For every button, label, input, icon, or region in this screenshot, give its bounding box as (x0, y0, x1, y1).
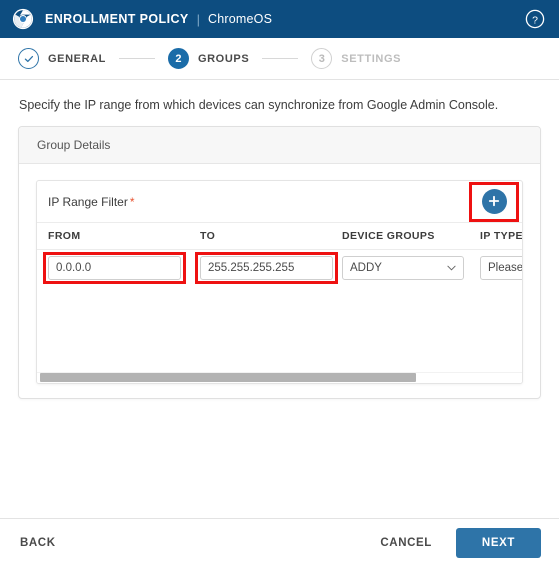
step-groups-label: GROUPS (197, 52, 250, 65)
wizard-stepper: GENERAL 2 GROUPS 3 SETTINGS (0, 38, 559, 80)
ip-type-selected-value: Please S (488, 262, 523, 274)
step-settings-marker: 3 (311, 48, 333, 69)
group-details-panel: Group Details IP Range Filter * FROM TO … (18, 126, 541, 399)
chevron-down-icon (447, 265, 456, 271)
device-groups-selected-value: ADDY (350, 262, 382, 274)
next-button[interactable]: NEXT (455, 527, 541, 558)
help-circle-icon[interactable]: ? (525, 9, 545, 29)
step-groups[interactable]: 2 GROUPS (167, 48, 250, 69)
horizontal-scrollbar-thumb[interactable] (40, 373, 416, 382)
add-button-wrap (469, 181, 519, 222)
step-general-label: GENERAL (48, 52, 106, 65)
device-groups-select[interactable]: ADDY (342, 256, 464, 280)
chrome-logo-icon (12, 8, 34, 30)
table-header-row: FROM TO DEVICE GROUPS IP TYPE (37, 223, 523, 250)
step-settings[interactable]: 3 SETTINGS (311, 48, 401, 69)
ip-range-filter-label: IP Range Filter (48, 194, 128, 209)
table-empty-area (37, 286, 522, 372)
plus-icon (488, 195, 500, 207)
step-settings-label: SETTINGS (341, 52, 402, 65)
step-connector-1 (118, 58, 155, 59)
column-header-device-groups: DEVICE GROUPS (342, 230, 435, 242)
panel-body: IP Range Filter * FROM TO DEVICE GROUPS … (19, 164, 540, 398)
app-title: ENROLLMENT POLICY (45, 12, 189, 26)
main-content: Specify the IP range from which devices … (0, 80, 559, 399)
ip-type-select[interactable]: Please S (480, 256, 523, 280)
cell-device-groups: ADDY (342, 256, 480, 280)
app-header: ENROLLMENT POLICY | ChromeOS ? (0, 0, 559, 38)
step-groups-marker: 2 (167, 48, 189, 69)
table-scroll-viewport: FROM TO DEVICE GROUPS IP TYPE 0.0.0.0 25… (37, 223, 523, 372)
column-header-to: TO (200, 230, 216, 242)
instruction-text: Specify the IP range from which devices … (19, 98, 499, 112)
horizontal-scrollbar[interactable] (37, 372, 522, 383)
step-general-marker (18, 48, 39, 69)
back-button[interactable]: BACK (18, 531, 58, 555)
step-connector-2 (262, 58, 299, 59)
column-header-ip-type: IP TYPE (480, 230, 523, 242)
wizard-footer: BACK CANCEL NEXT (0, 518, 559, 566)
cancel-button[interactable]: CANCEL (378, 531, 434, 555)
app-subtitle: ChromeOS (208, 12, 273, 26)
to-ip-input[interactable] (200, 256, 333, 280)
cell-ip-type: Please S (480, 256, 523, 280)
panel-title: Group Details (19, 127, 540, 164)
ip-range-filter-row: IP Range Filter * (37, 181, 522, 223)
svg-text:?: ? (532, 14, 538, 26)
cell-to (195, 252, 342, 284)
cell-from (43, 252, 200, 284)
table-row: ADDY Please S (37, 250, 523, 286)
step-general[interactable]: GENERAL (18, 48, 106, 69)
required-marker: * (129, 194, 135, 209)
title-separator: | (196, 11, 200, 27)
from-ip-input[interactable] (48, 256, 181, 280)
column-header-from: FROM (48, 230, 81, 242)
ip-range-filter-card: IP Range Filter * FROM TO DEVICE GROUPS … (36, 180, 523, 384)
add-row-button[interactable] (481, 188, 507, 214)
